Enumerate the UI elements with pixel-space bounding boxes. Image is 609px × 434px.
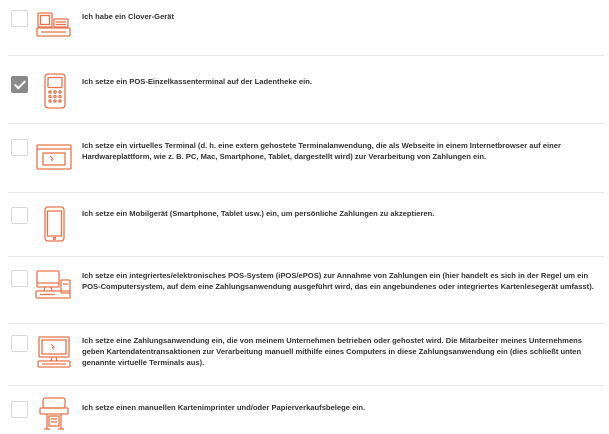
option-label: Ich setze ein integriertes/elektronische…	[82, 271, 594, 291]
option-label: Ich setze ein POS-Einzelkassenterminal a…	[82, 77, 313, 86]
option-checkbox[interactable]	[11, 335, 28, 352]
payment-application-icon	[35, 335, 73, 371]
option-label: Ich setze einen manuellen Kartenimprinte…	[82, 403, 366, 412]
divider	[8, 55, 604, 56]
option-checkbox[interactable]	[11, 139, 28, 156]
option-checkbox-checked[interactable]	[11, 76, 28, 93]
option-checkbox[interactable]	[11, 207, 28, 224]
option-label: Ich setze ein Mobilgerät (Smartphone, Ta…	[82, 209, 435, 218]
option-checkbox[interactable]	[11, 401, 28, 418]
divider	[8, 256, 604, 257]
divider	[8, 123, 604, 124]
option-label: Ich habe ein Clover-Gerät	[82, 12, 174, 21]
mobile-device-icon	[35, 204, 73, 246]
option-label: Ich setze ein virtuelles Terminal (d. h.…	[82, 141, 561, 161]
divider	[8, 192, 604, 193]
pos-terminal-icon	[35, 70, 73, 112]
card-imprinter-icon	[35, 396, 73, 432]
divider	[8, 385, 604, 386]
ipos-system-icon	[35, 268, 73, 304]
virtual-terminal-icon	[35, 143, 73, 173]
divider	[8, 323, 604, 324]
option-label: Ich setze eine Zahlungsanwendung ein, di…	[82, 336, 583, 367]
option-checkbox[interactable]	[11, 10, 28, 27]
clover-register-icon	[35, 10, 73, 40]
option-checkbox[interactable]	[11, 270, 28, 287]
